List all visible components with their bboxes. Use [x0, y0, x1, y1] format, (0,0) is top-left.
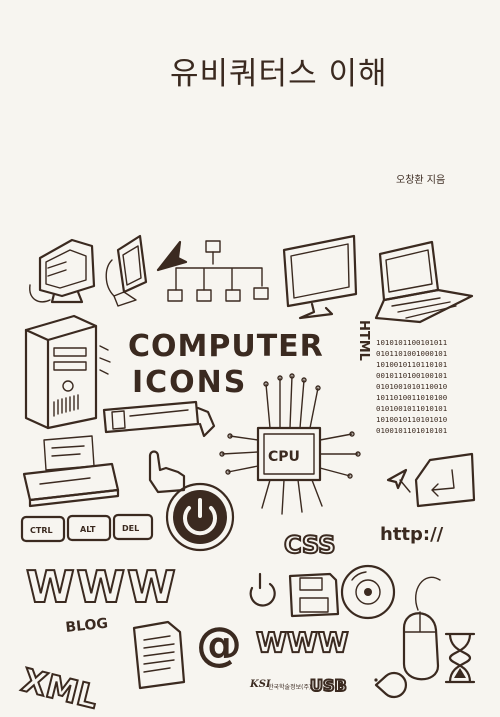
binary-row: 1010010110101010: [376, 415, 447, 424]
binary-row: 0101001010110010: [376, 382, 447, 391]
document-icon: [132, 620, 186, 690]
flat-monitor-icon: [282, 234, 358, 320]
hourglass-icon: [444, 632, 476, 684]
cd-disc-icon: [340, 564, 396, 620]
www-small-label: WWW: [256, 626, 349, 659]
xml-label: XML: [18, 661, 102, 716]
floppy-disk-icon: [288, 572, 340, 618]
binary-row: 1010010110110101: [376, 360, 447, 369]
pacman-icon: [374, 671, 408, 699]
power-button-icon: [165, 482, 235, 552]
blog-label: BLOG: [65, 616, 109, 636]
css-label: CSS: [284, 531, 336, 559]
mouse-icon: [402, 576, 441, 681]
keyboard-keys: CTRL ALT DEL: [20, 513, 154, 543]
binary-row: 1010101100101011: [376, 338, 447, 347]
binary-row: 0101001011010101: [376, 404, 447, 413]
binary-code-block: 1010101100101011 0101101001000101 101001…: [376, 338, 447, 435]
html-label: HTML: [356, 320, 371, 361]
small-monitor-icon: [105, 234, 148, 307]
book-cover: 유비쿼터스 이해 오창환 지음 COMPUTER ICONS HTML 1010…: [0, 0, 500, 717]
publisher-name: 한국학술정보(주): [268, 684, 312, 691]
refresh-icon: [249, 572, 276, 607]
binary-row: 0010110100100101: [376, 371, 447, 380]
cursor-arrow-icon: [156, 240, 188, 272]
crt-monitor-icon: [29, 238, 96, 304]
key-ctrl: CTRL: [30, 526, 53, 535]
network-diagram-icon: [167, 240, 269, 302]
binary-row: 1011010011010100: [376, 393, 447, 402]
usb-stick-icon: [102, 400, 216, 438]
cursor-arrow-icon-2: [386, 468, 411, 493]
computer-icons-illustration: COMPUTER ICONS HTML 1010101100101011 010…: [17, 234, 476, 717]
www-large-label: WWW: [26, 562, 178, 613]
key-alt: ALT: [80, 525, 96, 534]
http-label: http://: [380, 524, 444, 545]
binary-row: 0100101101010101: [376, 426, 447, 435]
printer-icon: [22, 435, 120, 508]
hand-pointer-icon: [148, 450, 186, 494]
binary-row: 0101101001000101: [376, 349, 447, 358]
enter-key-icon: [414, 452, 476, 508]
usb-label: USB: [310, 676, 347, 695]
cpu-label: CPU: [268, 449, 300, 465]
computer-icons-line2: ICONS: [132, 365, 247, 400]
laptop-icon: [374, 240, 474, 324]
pc-tower-icon: [24, 314, 111, 430]
at-sign-label: @: [196, 617, 242, 671]
computer-icons-line1: COMPUTER: [128, 329, 324, 364]
key-del: DEL: [122, 524, 139, 533]
